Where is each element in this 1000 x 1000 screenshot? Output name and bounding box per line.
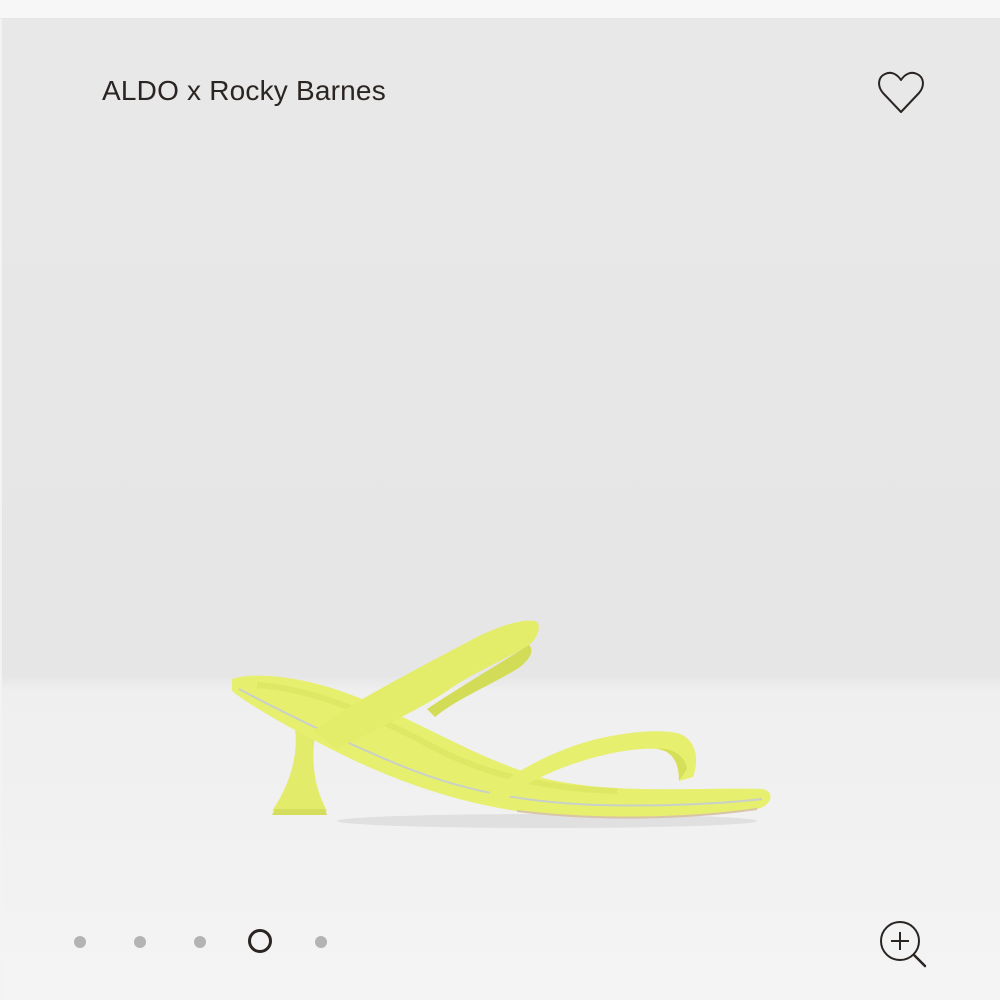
gallery-dot-3[interactable] [194,936,206,948]
product-image [217,599,777,839]
gallery-dot-5[interactable] [315,936,327,948]
product-gallery-screen: ALDO x Rocky Barnes [0,0,1000,1000]
zoom-button[interactable] [876,917,930,971]
gallery-dot-1[interactable] [74,936,86,948]
gallery-dot-2[interactable] [134,936,146,948]
wishlist-button[interactable] [876,70,926,116]
product-brand-title: ALDO x Rocky Barnes [102,75,386,106]
sandal-illustration [232,620,771,828]
gallery-pagination [0,927,360,957]
top-bar-edge [0,0,1000,19]
product-image-stage[interactable] [2,19,1000,1000]
gallery-dot-4-active[interactable] [248,929,272,953]
zoom-in-icon [880,921,927,968]
heart-outline-icon [878,71,924,113]
